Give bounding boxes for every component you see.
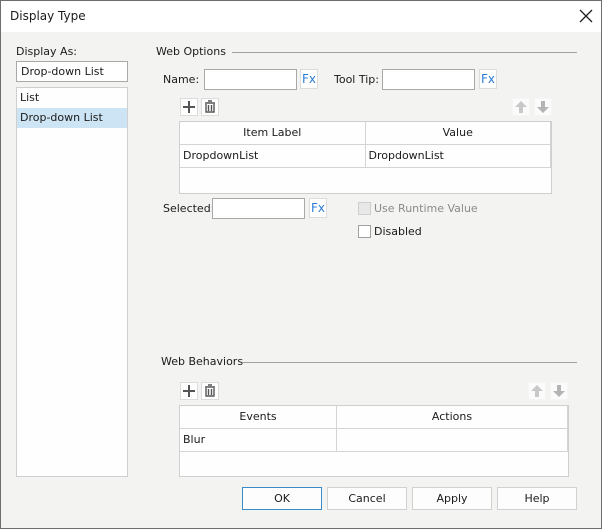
display-as-label: Display As:: [16, 45, 78, 58]
display-type-dialog: Display Type Display As: Drop-down List …: [0, 0, 602, 529]
cancel-button[interactable]: Cancel: [327, 487, 407, 510]
list-item-list[interactable]: List: [17, 88, 127, 108]
items-table-header: Item Label Value: [180, 122, 551, 145]
behaviors-table-header: Events Actions: [180, 406, 568, 429]
web-options-divider: [232, 52, 577, 53]
ok-button[interactable]: OK: [242, 487, 322, 510]
arrow-down-icon: [553, 385, 565, 397]
table-row[interactable]: DropdownList DropdownList: [180, 145, 551, 168]
web-behaviors-divider: [242, 362, 577, 363]
display-as-field[interactable]: Drop-down List: [16, 61, 128, 82]
items-table[interactable]: Item Label Value DropdownList DropdownLi…: [179, 121, 552, 194]
name-input[interactable]: [204, 69, 297, 90]
dialog-title: Display Type: [10, 9, 86, 23]
selected-fx-button[interactable]: Fx: [309, 198, 327, 218]
arrow-up-icon: [531, 385, 543, 397]
column-header-actions[interactable]: Actions: [337, 406, 568, 428]
name-fx-button[interactable]: Fx: [300, 69, 318, 89]
move-up-button[interactable]: [512, 98, 530, 116]
arrow-up-icon: [515, 101, 527, 113]
web-options-title: Web Options: [156, 45, 226, 58]
column-header-value[interactable]: Value: [366, 122, 551, 144]
web-behaviors-title: Web Behaviors: [161, 355, 244, 368]
tooltip-label: Tool Tip:: [334, 73, 379, 86]
display-as-list[interactable]: List Drop-down List: [16, 87, 128, 477]
delete-behavior-button[interactable]: [201, 382, 219, 400]
tooltip-fx-button[interactable]: Fx: [479, 69, 497, 89]
add-item-button[interactable]: [180, 98, 198, 116]
value-cell[interactable]: DropdownList: [366, 145, 551, 167]
title-bar: Display Type: [1, 1, 601, 32]
action-cell[interactable]: [337, 429, 568, 451]
behaviors-table[interactable]: Events Actions Blur: [179, 405, 569, 477]
item-label-cell[interactable]: DropdownList: [180, 145, 366, 167]
column-header-events[interactable]: Events: [180, 406, 337, 428]
disabled-label: Disabled: [374, 225, 422, 238]
apply-button[interactable]: Apply: [412, 487, 492, 510]
use-runtime-value-label: Use Runtime Value: [374, 202, 478, 215]
trash-icon: [205, 384, 215, 397]
add-behavior-button[interactable]: [180, 382, 198, 400]
list-item-drop-down-list[interactable]: Drop-down List: [17, 108, 127, 128]
close-icon[interactable]: [577, 7, 595, 25]
plus-icon: [183, 101, 195, 113]
trash-icon: [205, 100, 215, 113]
selected-label: Selected:: [163, 202, 215, 215]
selected-input[interactable]: [212, 198, 305, 219]
disabled-checkbox[interactable]: [358, 225, 371, 238]
use-runtime-value-checkbox[interactable]: [358, 202, 371, 215]
delete-item-button[interactable]: [201, 98, 219, 116]
arrow-down-icon: [537, 101, 549, 113]
event-cell[interactable]: Blur: [180, 429, 337, 451]
name-label: Name:: [163, 73, 200, 86]
plus-icon: [183, 385, 195, 397]
behavior-move-up-button[interactable]: [528, 382, 546, 400]
tooltip-input[interactable]: [382, 69, 475, 90]
table-row[interactable]: Blur: [180, 429, 568, 452]
behavior-move-down-button[interactable]: [550, 382, 568, 400]
help-button[interactable]: Help: [497, 487, 577, 510]
column-header-item-label[interactable]: Item Label: [180, 122, 366, 144]
move-down-button[interactable]: [534, 98, 552, 116]
